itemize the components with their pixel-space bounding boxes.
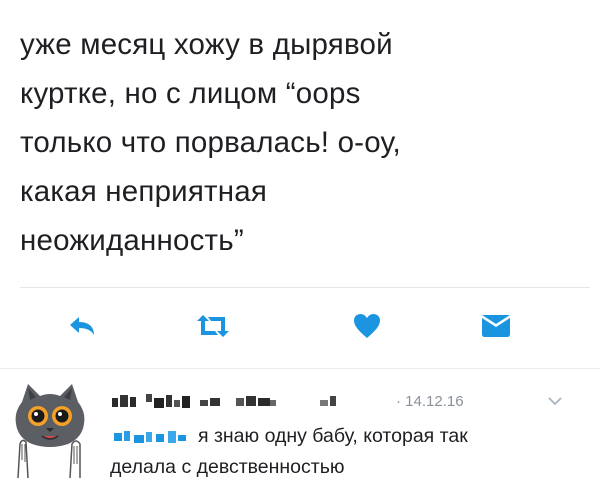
- censored-username: [112, 394, 336, 408]
- tweet-line: неожиданность”: [20, 224, 244, 257]
- reply-icon: [70, 317, 94, 335]
- divider: [20, 287, 590, 288]
- reply-button[interactable]: [62, 308, 102, 344]
- chevron-down-icon[interactable]: [547, 395, 563, 407]
- divider: [0, 368, 600, 369]
- like-button[interactable]: [347, 308, 387, 344]
- censored-mention: [114, 431, 186, 443]
- tweet-text: уже месяц хожу в дырявой куртке, но с ли…: [20, 20, 580, 265]
- tweet-line: какая неприятная: [20, 175, 268, 208]
- tweet-actions: [0, 300, 600, 350]
- reply-tweet[interactable]: · 14.12.16 я знаю одну бабу, которая так…: [0, 370, 600, 499]
- direct-message-button[interactable]: [476, 308, 516, 344]
- direct-message-icon: [482, 315, 510, 337]
- reply-text-line: делала с девственностью: [110, 456, 345, 478]
- reply-text-line: я знаю одну бабу, которая так: [198, 425, 468, 447]
- retweet-button[interactable]: [193, 308, 233, 344]
- tweet-line: только что порвалась! о-оу,: [20, 126, 401, 159]
- retweet-icon: [197, 315, 229, 337]
- reply-date: · 14.12.16: [396, 393, 464, 410]
- tweet-line: уже месяц хожу в дырявой: [20, 28, 393, 61]
- reply-header: · 14.12.16: [110, 392, 580, 412]
- like-icon: [354, 314, 380, 338]
- reply-text: я знаю одну бабу, которая так делала с д…: [110, 421, 580, 483]
- tweet-line: куртке, но с лицом “oops: [20, 77, 361, 110]
- avatar[interactable]: [8, 378, 92, 486]
